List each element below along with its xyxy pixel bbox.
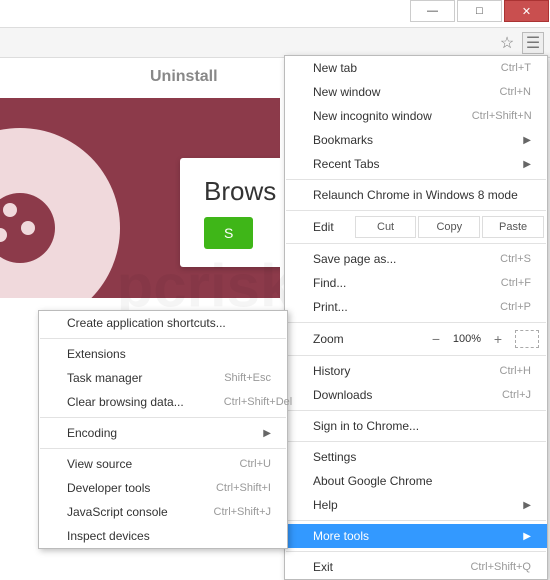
chrome-main-menu: New tabCtrl+T New windowCtrl+N New incog… [284,55,548,580]
zoom-label: Zoom [313,332,425,346]
submenu-js-console[interactable]: JavaScript consoleCtrl+Shift+J [39,500,287,524]
zoom-in-button[interactable]: + [487,331,509,347]
fullscreen-icon[interactable] [515,330,539,348]
submenu-inspect-devices[interactable]: Inspect devices [39,524,287,548]
menu-separator [286,355,546,356]
menu-zoom-row: Zoom − 100% + [285,326,547,352]
uninstall-label: Uninstall [150,68,218,86]
menu-bookmarks[interactable]: Bookmarks▶ [285,128,547,152]
hero-graphic [0,128,120,298]
window-minimize-button[interactable]: — [410,0,455,22]
menu-settings[interactable]: Settings [285,445,547,469]
film-reel-icon [0,193,55,263]
submenu-encoding[interactable]: Encoding▶ [39,421,287,445]
chevron-right-icon: ▶ [523,135,531,146]
menu-exit[interactable]: ExitCtrl+Shift+Q [285,555,547,579]
menu-separator [286,210,546,211]
zoom-out-button[interactable]: − [425,331,447,347]
menu-downloads[interactable]: DownloadsCtrl+J [285,383,547,407]
menu-separator [286,322,546,323]
window-maximize-button[interactable]: □ [457,0,502,22]
chevron-right-icon: ▶ [523,500,531,511]
copy-button[interactable]: Copy [418,216,480,238]
chevron-right-icon: ▶ [523,159,531,170]
chevron-right-icon: ▶ [263,428,271,439]
hero-button[interactable]: S [204,217,253,249]
zoom-value: 100% [447,333,487,345]
menu-edit-row: Edit Cut Copy Paste [285,214,547,240]
menu-new-window[interactable]: New windowCtrl+N [285,80,547,104]
submenu-create-shortcuts[interactable]: Create application shortcuts... [39,311,287,335]
submenu-clear-data[interactable]: Clear browsing data...Ctrl+Shift+Del [39,390,287,414]
menu-separator [40,338,286,339]
submenu-task-manager[interactable]: Task managerShift+Esc [39,366,287,390]
edit-label: Edit [313,220,354,234]
menu-help[interactable]: Help▶ [285,493,547,517]
menu-new-tab[interactable]: New tabCtrl+T [285,56,547,80]
hamburger-menu-icon[interactable]: ☰ [522,32,544,54]
cut-button[interactable]: Cut [355,216,417,238]
page-hero: Brows S [0,98,280,298]
star-icon[interactable]: ☆ [496,32,518,54]
menu-sign-in[interactable]: Sign in to Chrome... [285,414,547,438]
browser-toolbar: ☆ ☰ [0,28,550,58]
chevron-right-icon: ▶ [523,531,531,542]
menu-more-tools[interactable]: More tools▶ [285,524,547,548]
submenu-dev-tools[interactable]: Developer toolsCtrl+Shift+I [39,476,287,500]
window-titlebar: — □ ✕ [0,0,550,28]
menu-save-page[interactable]: Save page as...Ctrl+S [285,247,547,271]
more-tools-submenu: Create application shortcuts... Extensio… [38,310,288,549]
menu-history[interactable]: HistoryCtrl+H [285,359,547,383]
menu-new-incognito[interactable]: New incognito windowCtrl+Shift+N [285,104,547,128]
menu-about[interactable]: About Google Chrome [285,469,547,493]
menu-separator [40,448,286,449]
menu-separator [286,441,546,442]
menu-separator [286,551,546,552]
submenu-view-source[interactable]: View sourceCtrl+U [39,452,287,476]
menu-find[interactable]: Find...Ctrl+F [285,271,547,295]
window-close-button[interactable]: ✕ [504,0,549,22]
submenu-extensions[interactable]: Extensions [39,342,287,366]
paste-button[interactable]: Paste [482,216,544,238]
menu-separator [286,410,546,411]
menu-separator [286,520,546,521]
hero-card: Brows S [180,158,280,267]
menu-separator [40,417,286,418]
menu-separator [286,179,546,180]
menu-print[interactable]: Print...Ctrl+P [285,295,547,319]
menu-separator [286,243,546,244]
menu-relaunch-win8[interactable]: Relaunch Chrome in Windows 8 mode [285,183,547,207]
menu-recent-tabs[interactable]: Recent Tabs▶ [285,152,547,176]
hero-heading: Brows [204,176,276,207]
